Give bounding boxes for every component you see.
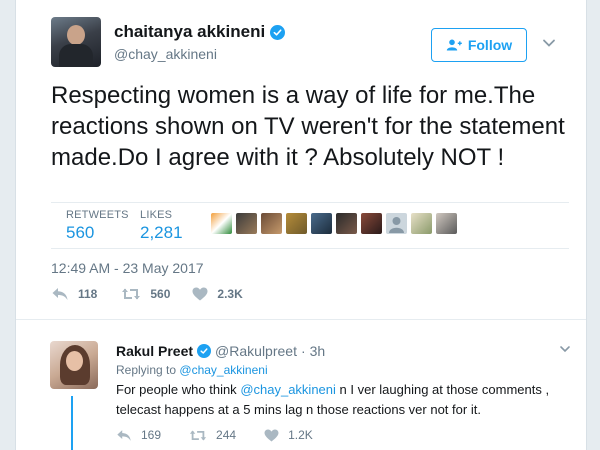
liker-avatar[interactable] [236,213,257,234]
author-display-name[interactable]: chaitanya akkineni [114,22,265,42]
separator-dot: · [300,343,306,359]
liker-avatar[interactable] [211,213,232,234]
author-name-row[interactable]: chaitanya akkineni [114,22,286,42]
follow-label: Follow [467,37,513,53]
like-count: 1.2K [288,428,313,442]
retweet-count: 560 [150,287,171,301]
liker-avatar[interactable] [336,213,357,234]
likes-label: LIKES [140,209,173,221]
replying-to-handle[interactable]: @chay_akkineni [179,363,267,377]
add-user-icon [446,39,462,51]
reply-mention-link[interactable]: @chay_akkineni [240,382,336,397]
author-handle[interactable]: @chay_akkineni [114,46,217,62]
like-action[interactable]: 1.2K [264,428,313,442]
liker-avatars [211,213,457,234]
author-avatar[interactable] [51,17,101,67]
follow-button[interactable]: Follow [431,28,527,62]
verified-icon [270,24,286,40]
tweet-timestamp[interactable]: 12:49 AM - 23 May 2017 [51,260,204,276]
tweet-actions: 118 560 2.3K [51,287,265,301]
liker-avatar[interactable] [311,213,332,234]
reply-count: 118 [78,287,98,301]
main-tweet: chaitanya akkineni @chay_akkineni Follow… [16,0,586,320]
verified-icon [197,344,212,358]
reply-time[interactable]: 3h [310,343,326,359]
liker-avatar[interactable] [361,213,382,234]
reply-text-start: For people who think [116,382,237,397]
divider [51,248,569,249]
reply-count: 169 [141,428,162,442]
like-action[interactable]: 2.3K [192,287,243,301]
reply-author-row: Rakul Preet @Rakulpreet · 3h [116,343,325,359]
retweet-icon [189,430,207,440]
thread-line [71,396,73,450]
liker-avatar[interactable] [261,213,282,234]
chevron-down-icon[interactable] [542,36,556,50]
liker-avatar[interactable] [411,213,432,234]
reply-tweet: Rakul Preet @Rakulpreet · 3h Replying to… [16,321,586,450]
reply-actions: 169 244 1.2K [116,428,341,442]
replying-to: Replying to @chay_akkineni [116,363,268,377]
reply-author-name[interactable]: Rakul Preet [116,343,193,359]
reply-text: For people who think @chay_akkineni n I … [116,380,561,420]
liker-avatar[interactable] [436,213,457,234]
retweets-label: RETWEETS [66,209,129,221]
reply-icon [52,288,68,300]
chevron-down-icon[interactable] [559,343,571,355]
default-avatar-icon[interactable] [386,213,407,234]
replying-to-prefix: Replying to [116,363,177,377]
tweet-card: chaitanya akkineni @chay_akkineni Follow… [15,0,587,450]
likes-count[interactable]: 2,281 [140,223,183,243]
reply-action[interactable]: 118 [51,287,97,301]
liker-avatar[interactable] [286,213,307,234]
reply-action[interactable]: 169 [116,428,161,442]
divider [51,202,569,203]
heart-icon [264,428,279,442]
reply-author-avatar[interactable] [50,341,98,389]
retweet-icon [122,288,141,300]
like-count: 2.3K [217,287,243,301]
heart-icon [192,287,208,301]
retweets-count[interactable]: 560 [66,223,94,243]
tweet-text: Respecting women is a way of life for me… [51,82,565,171]
retweet-count: 244 [216,428,237,442]
retweet-action[interactable]: 560 [121,287,170,301]
reply-author-handle[interactable]: @Rakulpreet [215,343,297,359]
reply-icon [117,429,131,441]
retweet-action[interactable]: 244 [189,428,236,442]
